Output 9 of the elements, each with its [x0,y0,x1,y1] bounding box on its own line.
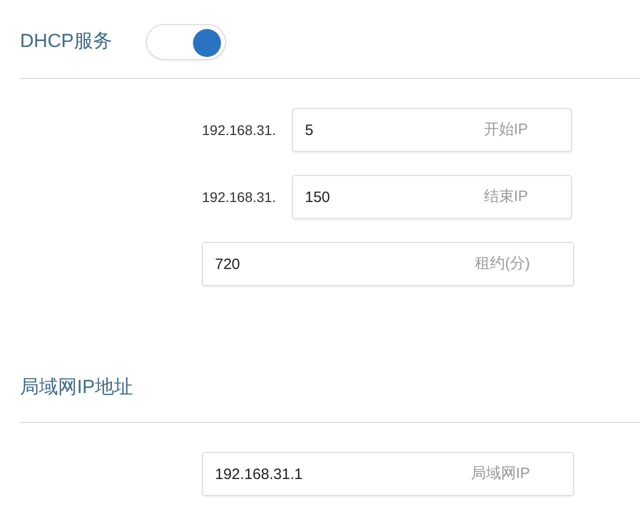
field-label: 开始IP [484,120,528,140]
field-label: 局域网IP [470,464,530,484]
section-title: 局域网IP地址 [20,376,133,400]
field-label: 结束IP [484,186,528,207]
ip-prefix: 192.168.31. [202,120,277,140]
ip-prefix: 192.168.31. [202,188,277,206]
toggle-switch[interactable] [146,24,226,60]
section-title: DHCP服务 [20,30,112,54]
field-label: 租约(分) [475,254,530,274]
